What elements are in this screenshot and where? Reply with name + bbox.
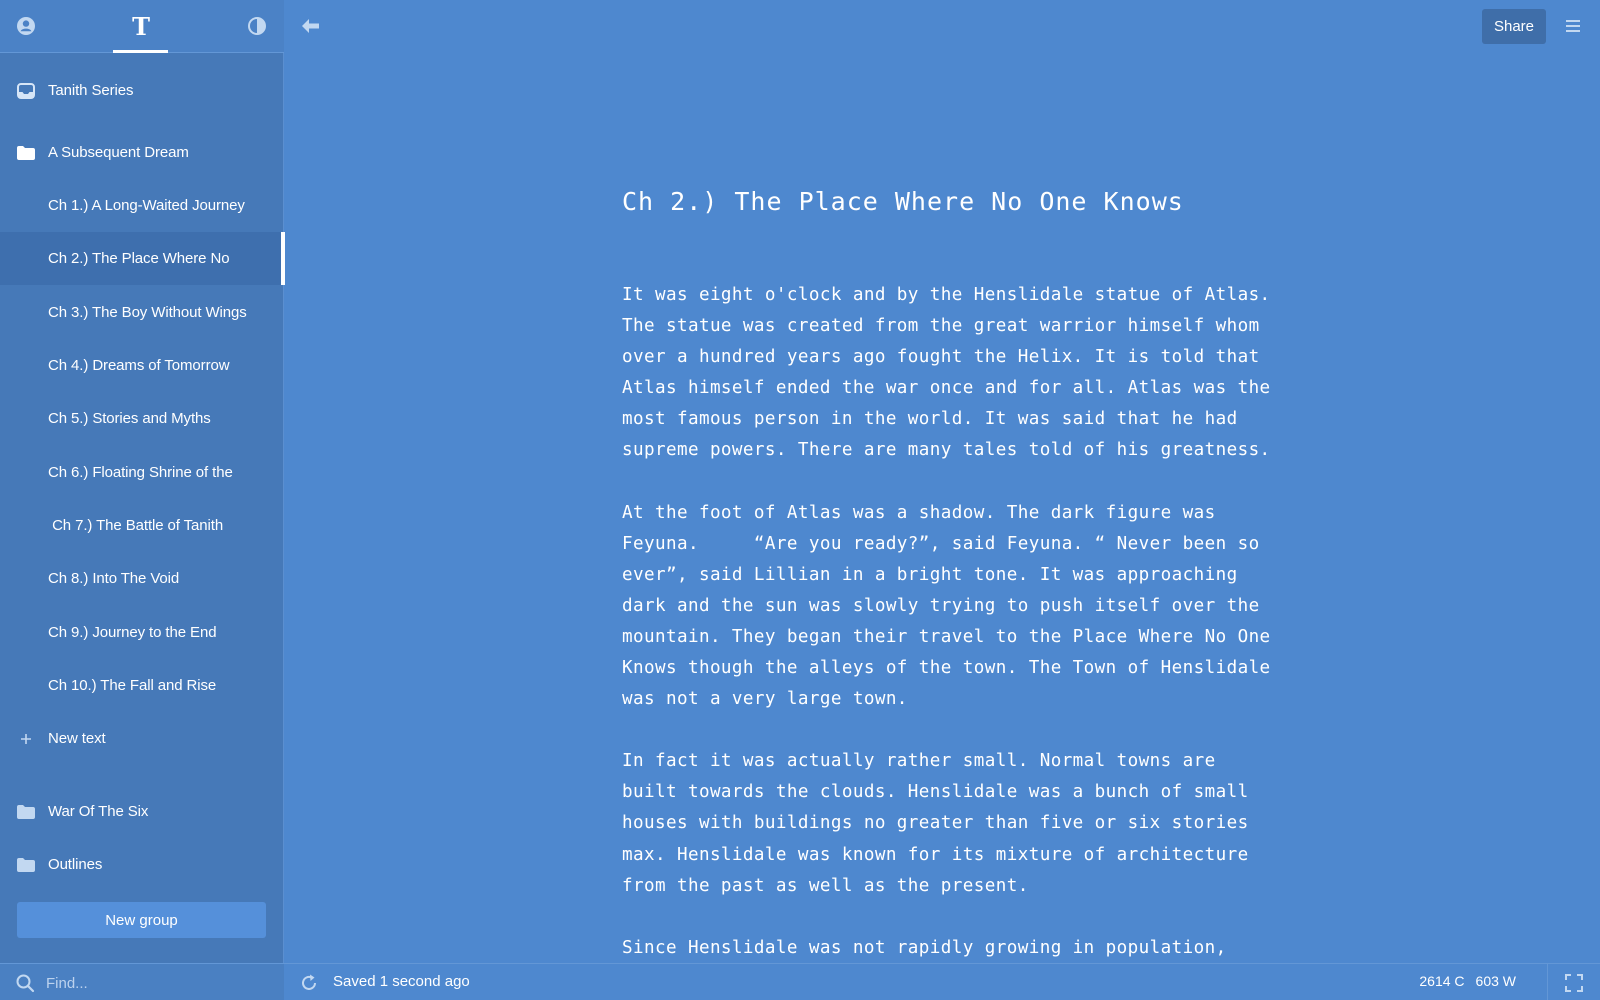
- sidebar-item-label: Outlines: [48, 856, 103, 873]
- contrast-icon[interactable]: [244, 13, 270, 39]
- search-icon: [15, 973, 35, 993]
- sidebar-item-ch10[interactable]: Ch 10.) The Fall and Rise: [0, 659, 284, 712]
- sidebar-header: T: [0, 0, 284, 53]
- document-counts: 2614 C 603 W: [1408, 973, 1516, 989]
- sidebar-item-label: Ch 1.) A Long-Waited Journey: [48, 197, 245, 214]
- fullscreen-icon[interactable]: [1565, 974, 1583, 992]
- sidebar-item-ch8[interactable]: Ch 8.) Into The Void: [0, 552, 284, 605]
- document-paragraph[interactable]: Since Henslidale was not rapidly growing…: [622, 933, 1302, 960]
- sidebar-item-label: New text: [48, 730, 106, 747]
- sidebar-item-ch5[interactable]: Ch 5.) Stories and Myths: [0, 392, 284, 445]
- sidebar-item-label: Ch 8.) Into The Void: [48, 570, 180, 587]
- sidebar-item-ch6[interactable]: Ch 6.) Floating Shrine of the: [0, 446, 284, 499]
- user-icon[interactable]: [13, 13, 39, 39]
- folder-icon: [16, 856, 36, 874]
- sidebar-item-tanith-series[interactable]: Tanith Series: [0, 64, 284, 117]
- document-paragraph[interactable]: It was eight o'clock and by the Henslida…: [622, 280, 1302, 467]
- document-title[interactable]: Ch 2.) The Place Where No One Knows: [622, 180, 1302, 224]
- sync-icon[interactable]: [299, 973, 319, 993]
- plus-icon: [16, 730, 36, 748]
- document-paragraph[interactable]: In fact it was actually rather small. No…: [622, 746, 1302, 901]
- sidebar-item-ch4[interactable]: Ch 4.) Dreams of Tomorrow: [0, 339, 284, 392]
- sidebar-item-label: Ch 6.) Floating Shrine of the: [48, 464, 233, 481]
- sidebar-item-label: A Subsequent Dream: [48, 144, 189, 161]
- sidebar-item-label: War Of The Six: [48, 803, 149, 820]
- find-bar: [0, 963, 284, 1000]
- sidebar-item-label: Ch 10.) The Fall and Rise: [48, 677, 217, 694]
- search-input[interactable]: [46, 971, 266, 995]
- document-paragraph[interactable]: At the foot of Atlas was a shadow. The d…: [622, 498, 1302, 716]
- sidebar-item-label: Tanith Series: [48, 82, 134, 99]
- sidebar-item-ch1[interactable]: Ch 1.) A Long-Waited Journey: [0, 179, 284, 232]
- folder-icon: [16, 803, 36, 821]
- sidebar-item-ch9[interactable]: Ch 9.) Journey to the End: [0, 606, 284, 659]
- share-button[interactable]: Share: [1482, 9, 1546, 44]
- sidebar-item-ch3[interactable]: Ch 3.) The Boy Without Wings: [0, 286, 284, 339]
- word-count: 603 W: [1475, 973, 1516, 989]
- sidebar: T Tanith Series A Subsequent Dream Ch 1.…: [0, 0, 285, 1000]
- active-tab-indicator: [113, 50, 168, 53]
- sidebar-item-ch2[interactable]: Ch 2.) The Place Where No: [0, 232, 285, 285]
- sidebar-item-ch7[interactable]: Ch 7.) The Battle of Tanith: [0, 499, 284, 552]
- inbox-icon: [16, 82, 36, 100]
- sidebar-item-a-subsequent-dream[interactable]: A Subsequent Dream: [0, 126, 284, 179]
- sidebar-item-label: Ch 3.) The Boy Without Wings: [48, 304, 247, 321]
- folder-icon: [16, 144, 36, 162]
- save-status: Saved 1 second ago: [333, 973, 470, 990]
- editor[interactable]: Ch 2.) The Place Where No One Knows It w…: [622, 180, 1302, 960]
- sidebar-item-label: Ch 2.) The Place Where No: [48, 250, 230, 267]
- menu-icon[interactable]: [1564, 17, 1582, 35]
- status-bar: Saved 1 second ago 2614 C 603 W: [284, 963, 1600, 1000]
- sidebar-item-war-of-the-six[interactable]: War Of The Six: [0, 785, 284, 838]
- sidebar-item-label: Ch 7.) The Battle of Tanith: [48, 517, 224, 534]
- new-group-button[interactable]: New group: [17, 902, 266, 938]
- sidebar-item-label: Ch 4.) Dreams of Tomorrow: [48, 357, 230, 374]
- text-icon[interactable]: T: [128, 12, 154, 41]
- back-arrow-icon[interactable]: [300, 15, 322, 37]
- sidebar-item-outlines[interactable]: Outlines: [0, 838, 284, 891]
- sidebar-item-label: Ch 5.) Stories and Myths: [48, 410, 211, 427]
- new-text-button[interactable]: New text: [0, 712, 284, 765]
- character-count: 2614 C: [1419, 973, 1465, 989]
- sidebar-item-label: Ch 9.) Journey to the End: [48, 624, 217, 641]
- status-divider: [1547, 964, 1548, 1000]
